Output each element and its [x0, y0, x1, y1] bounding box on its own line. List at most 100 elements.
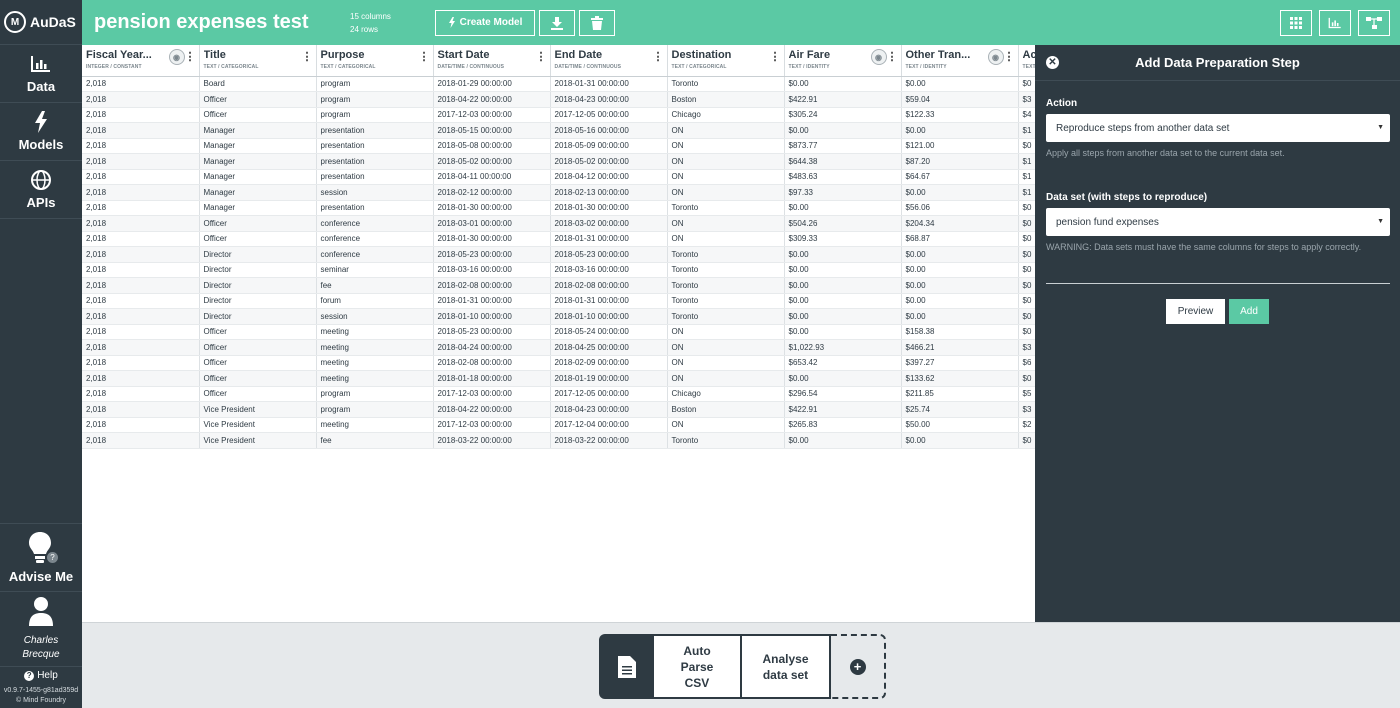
table-row[interactable]: 2,018 Officer meeting 2018-01-18 00:00:00 20…: [82, 370, 1035, 387]
table-row[interactable]: 2,018 Director forum 2018-01-31 00:00:00 201…: [82, 293, 1035, 309]
table-row[interactable]: 2,018 Manager session 2018-02-12 00:00:00 20…: [82, 184, 1035, 201]
table-cell: 2018-03-01 00:00:00: [433, 215, 551, 232]
table-cell: 2,018: [82, 76, 200, 92]
create-model-button[interactable]: Create Model: [435, 9, 535, 36]
table-row[interactable]: 2,018 Director seminar 2018-03-16 00:00:00 2…: [82, 262, 1035, 278]
table-cell: ON: [667, 370, 785, 387]
table-row[interactable]: 2,018 Officer meeting 2018-04-24 00:00:00 20…: [82, 339, 1035, 356]
table-row[interactable]: 2,018 Vice President meeting 2017-12-03 00:…: [82, 417, 1035, 433]
add-data-preparation-step-panel: ✕ Add Data Preparation Step Action Repro…: [1035, 45, 1400, 622]
column-header[interactable]: Title TEXT / CATEGORICAL ⋮: [199, 45, 317, 77]
table-cell: Director: [199, 262, 317, 278]
table-cell: meeting: [316, 370, 434, 387]
pipeline-step-label-line: data set: [762, 667, 809, 682]
table-row[interactable]: 2,018 Officer program 2017-12-03 00:00:00 20…: [82, 386, 1035, 402]
dataset-hint: WARNING: Data sets must have the same co…: [1046, 242, 1362, 252]
table-cell: Officer: [199, 107, 317, 123]
table-cell: Vice President: [199, 432, 317, 449]
sidebar-item-data[interactable]: Data: [0, 45, 82, 103]
data-table-container[interactable]: Fiscal Year... INTEGER / CONSTANT ⋮ ◉ Title T…: [82, 45, 1035, 621]
table-row[interactable]: 2,018 Vice President program 2018-04-22 00:…: [82, 401, 1035, 418]
workflow-view-button[interactable]: [1358, 10, 1390, 36]
table-cell: $64.67: [901, 169, 1019, 185]
lightbulb-icon[interactable]: ◉: [168, 49, 185, 65]
close-icon[interactable]: ✕: [1046, 56, 1059, 69]
column-header[interactable]: Other Tran... TEXT / IDENTITY ⋮ ◉: [901, 45, 1019, 77]
pipeline-source[interactable]: [599, 634, 654, 699]
column-header[interactable]: Air Fare TEXT / IDENTITY ⋮ ◉: [784, 45, 902, 77]
table-cell: Boston: [667, 401, 785, 418]
download-button[interactable]: [539, 9, 575, 36]
column-menu-icon[interactable]: ⋮: [185, 50, 196, 63]
table-row[interactable]: 2,018 Board program 2018-01-29 00:00:00 2018…: [82, 76, 1035, 92]
column-header[interactable]: Destination TEXT / CATEGORICAL ⋮: [667, 45, 785, 77]
table-cell: 2,018: [82, 308, 200, 325]
lightbulb-icon[interactable]: ◉: [870, 49, 887, 65]
dataset-select[interactable]: pension fund expenses ▼: [1046, 208, 1390, 236]
help-link[interactable]: ? Help: [0, 666, 82, 684]
table-cell: $3: [1018, 401, 1035, 418]
column-name: End Date: [554, 49, 603, 61]
table-cell: 2018-04-12 00:00:00: [550, 169, 668, 185]
table-row[interactable]: 2,018 Officer conference 2018-03-01 00:00:0…: [82, 215, 1035, 232]
sidebar-item-models[interactable]: Models: [0, 103, 82, 161]
column-name: Purpose: [320, 49, 365, 61]
column-menu-icon[interactable]: ⋮: [770, 50, 781, 63]
table-row[interactable]: 2,018 Vice President fee 2018-03-22 00:00:0…: [82, 432, 1035, 449]
user-profile[interactable]: Charles Brecque: [0, 591, 82, 666]
column-type: TEXT: [1022, 64, 1036, 70]
column-menu-icon[interactable]: ⋮: [653, 50, 664, 63]
table-row[interactable]: 2,018 Officer conference 2018-01-30 00:00:0…: [82, 231, 1035, 247]
table-cell: 2017-12-04 00:00:00: [550, 417, 668, 433]
delete-button[interactable]: [579, 9, 615, 36]
advise-me-button[interactable]: ? Advise Me: [0, 523, 82, 591]
column-header[interactable]: End Date DATE/TIME / CONTINUOUS ⋮: [550, 45, 668, 77]
copyright: © Mind Foundry: [16, 697, 66, 704]
table-row[interactable]: 2,018 Director session 2018-01-10 00:00:00 2…: [82, 308, 1035, 325]
column-menu-icon[interactable]: ⋮: [887, 50, 898, 63]
table-cell: ON: [667, 169, 785, 185]
column-header[interactable]: Fiscal Year... INTEGER / CONSTANT ⋮ ◉: [82, 45, 200, 77]
table-row[interactable]: 2,018 Officer meeting 2018-02-08 00:00:00 20…: [82, 355, 1035, 371]
column-menu-icon[interactable]: ⋮: [419, 50, 430, 63]
table-cell: 2018-01-10 00:00:00: [550, 308, 668, 325]
table-cell: 2018-01-31 00:00:00: [550, 293, 668, 309]
table-cell: conference: [316, 215, 434, 232]
table-row[interactable]: 2,018 Officer program 2017-12-03 00:00:00 20…: [82, 107, 1035, 123]
table-cell: 2018-04-25 00:00:00: [550, 339, 668, 356]
pipeline-step-auto-parse-csv[interactable]: Auto Parse CSV: [654, 634, 742, 699]
column-menu-icon[interactable]: ⋮: [536, 50, 547, 63]
grid-view-button[interactable]: [1280, 10, 1312, 36]
table-row[interactable]: 2,018 Director fee 2018-02-08 00:00:00 2018-…: [82, 277, 1035, 294]
table-row[interactable]: 2,018 Manager presentation 2018-05-15 00:00…: [82, 122, 1035, 139]
table-cell: 2018-01-31 00:00:00: [550, 76, 668, 92]
caret-down-icon: ▼: [1377, 218, 1384, 225]
table-row[interactable]: 2,018 Manager presentation 2018-05-02 00:00…: [82, 153, 1035, 170]
table-cell: 2018-02-12 00:00:00: [433, 184, 551, 201]
lightbulb-icon[interactable]: ◉: [987, 49, 1004, 65]
table-row[interactable]: 2,018 Director conference 2018-05-23 00:00:…: [82, 246, 1035, 263]
table-row[interactable]: 2,018 Officer meeting 2018-05-23 00:00:00 20…: [82, 324, 1035, 340]
column-header[interactable]: Purpose TEXT / CATEGORICAL ⋮: [316, 45, 434, 77]
chart-view-button[interactable]: [1319, 10, 1351, 36]
table-cell: program: [316, 386, 434, 402]
topbar: pension expenses test 15 columns 24 rows…: [82, 0, 1400, 45]
action-select[interactable]: Reproduce steps from another data set ▼: [1046, 114, 1390, 142]
column-header[interactable]: Start Date DATE/TIME / CONTINUOUS ⋮: [433, 45, 551, 77]
table-cell: 2,018: [82, 122, 200, 139]
table-row[interactable]: 2,018 Manager presentation 2018-05-08 00:00…: [82, 138, 1035, 154]
preview-button[interactable]: Preview: [1166, 299, 1225, 324]
column-menu-icon[interactable]: ⋮: [302, 50, 313, 63]
table-row[interactable]: 2,018 Manager presentation 2018-01-30 00:00…: [82, 200, 1035, 216]
sitemap-icon: [1366, 17, 1382, 29]
add-pipeline-step-button[interactable]: +: [831, 634, 886, 699]
sidebar-item-apis[interactable]: APIs: [0, 161, 82, 219]
table-cell: 2018-01-10 00:00:00: [433, 308, 551, 325]
add-button[interactable]: Add: [1229, 299, 1269, 324]
table-row[interactable]: 2,018 Manager presentation 2018-04-11 00:00…: [82, 169, 1035, 185]
column-header[interactable]: Ac TEXT: [1018, 45, 1036, 77]
brand[interactable]: M AuDaS: [0, 0, 82, 45]
table-row[interactable]: 2,018 Officer program 2018-04-22 00:00:00 20…: [82, 91, 1035, 108]
column-menu-icon[interactable]: ⋮: [1004, 50, 1015, 63]
pipeline-step-analyse-data-set[interactable]: Analyse data set: [742, 634, 831, 699]
